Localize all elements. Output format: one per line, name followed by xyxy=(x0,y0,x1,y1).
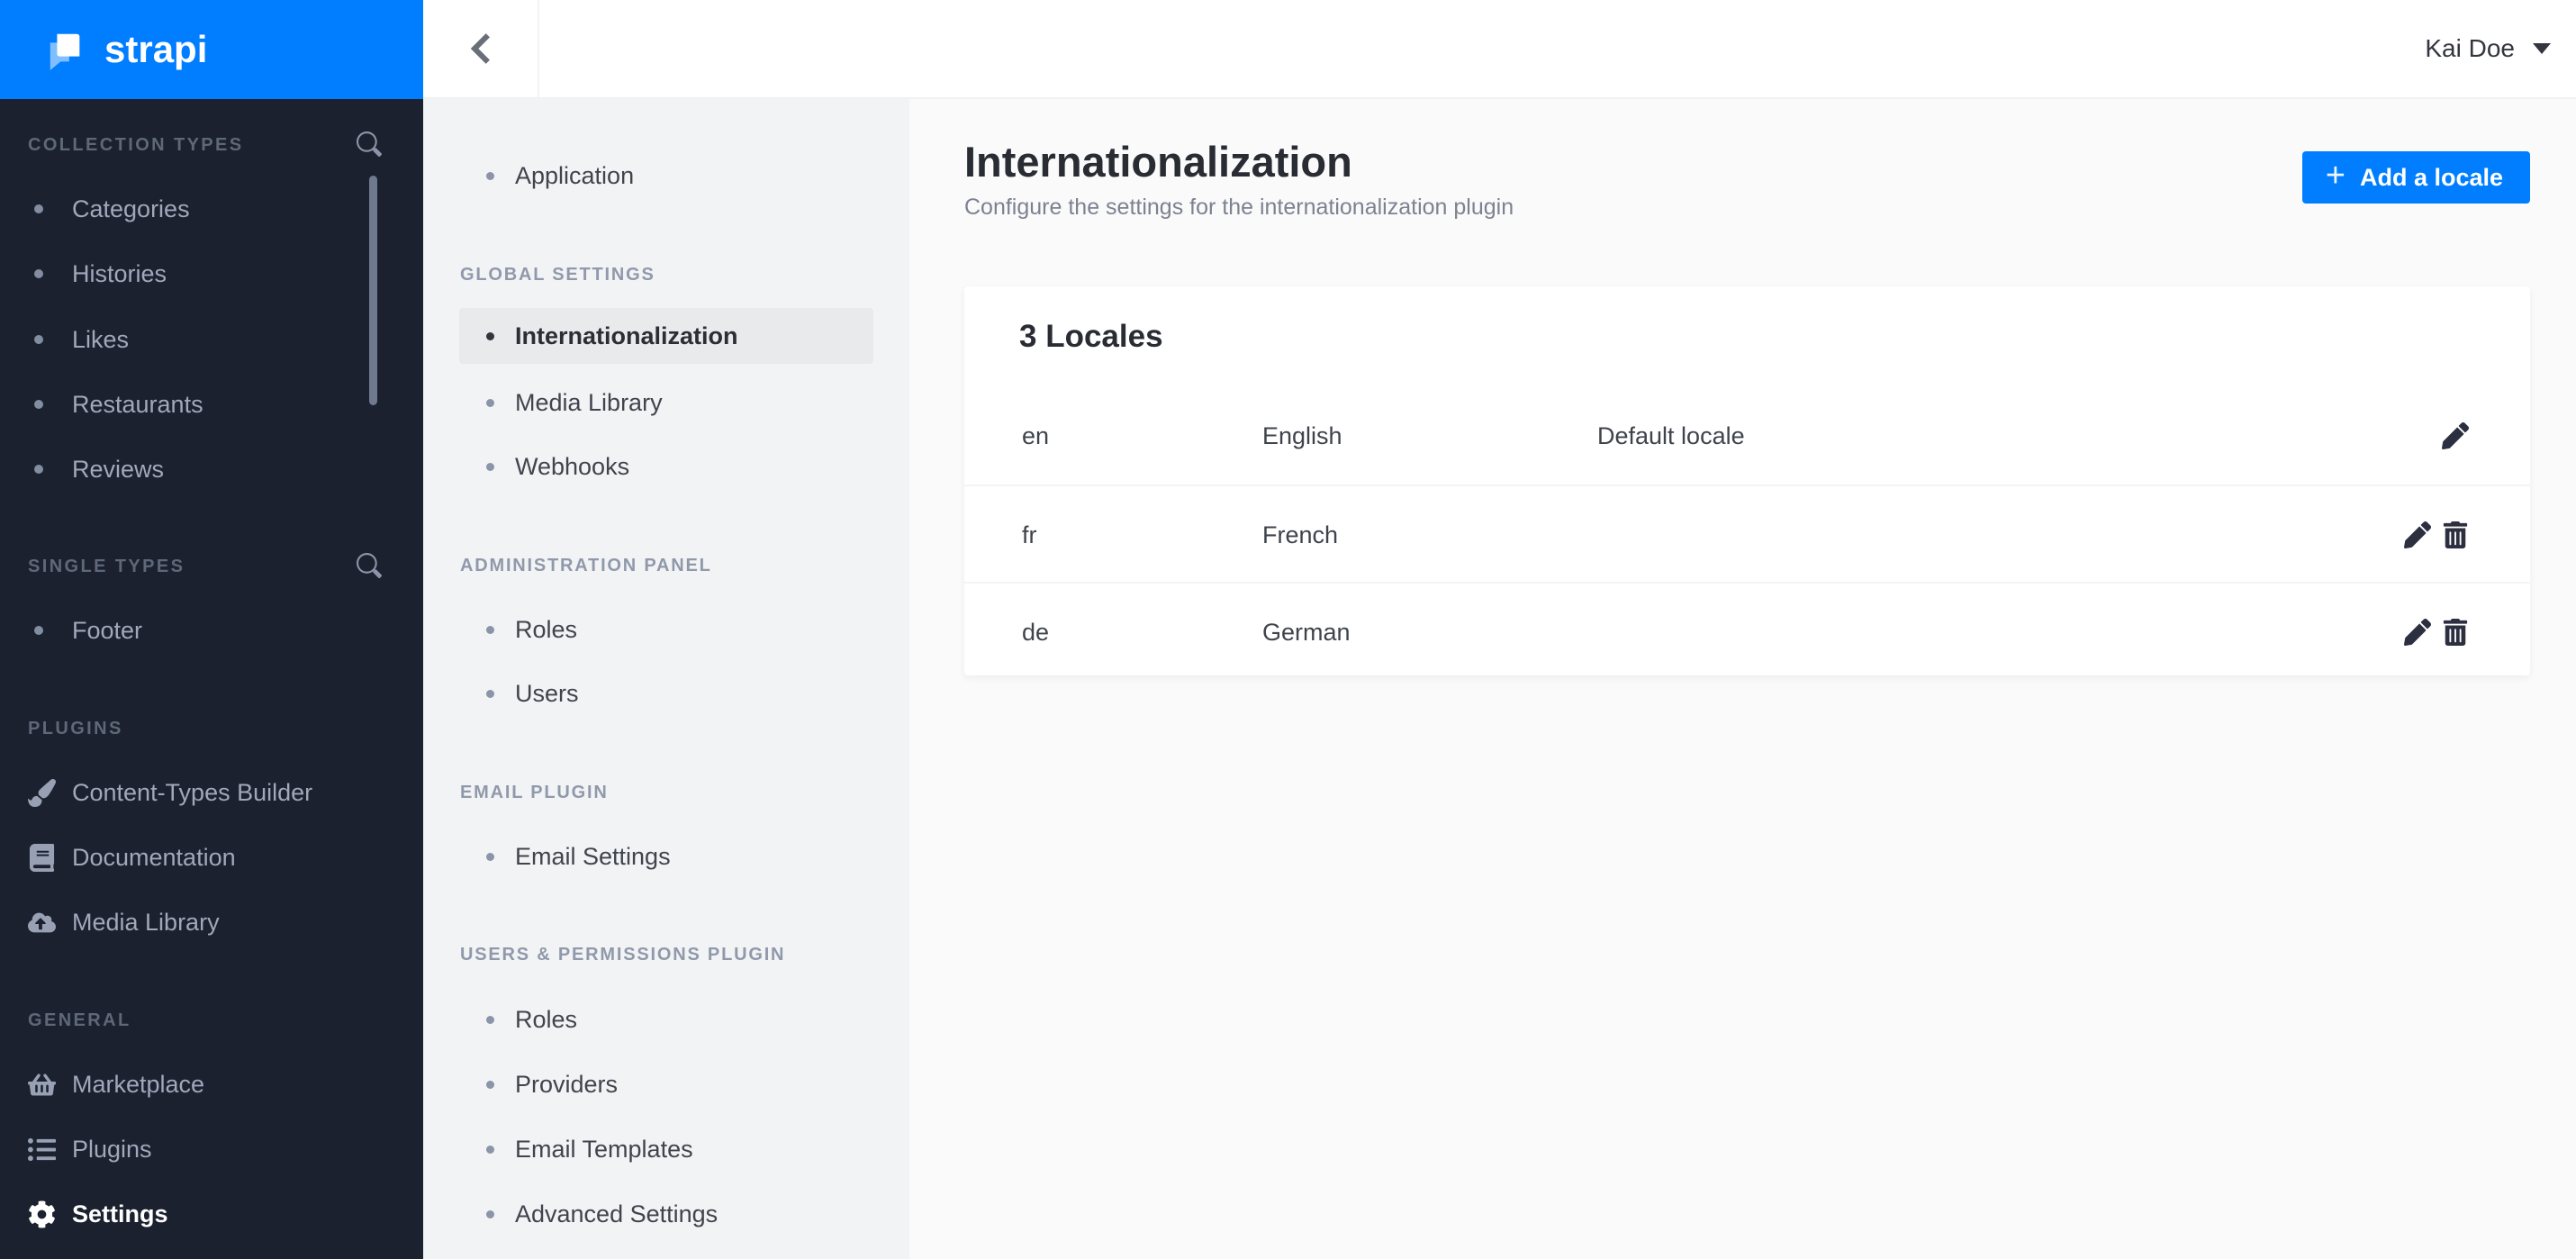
locale-name: French xyxy=(1262,521,1339,548)
main-content: Internationalization Configure the setti… xyxy=(909,99,2576,1259)
main-sidebar: strapi COLLECTION TYPES Categories Histo… xyxy=(0,0,423,1259)
locale-row-fr: fr French xyxy=(964,485,2530,582)
settings-nav: Application GLOBAL SETTINGS Internationa… xyxy=(423,99,909,1259)
delete-locale-button[interactable] xyxy=(2437,517,2473,553)
bullet-icon xyxy=(486,462,494,471)
bullet-icon xyxy=(486,1015,494,1024)
sidebar-item-marketplace[interactable]: Marketplace xyxy=(0,1052,423,1117)
user-menu[interactable]: Kai Doe xyxy=(2425,0,2551,97)
bullet-icon xyxy=(486,1080,494,1089)
settings-nav-item-advanced-settings[interactable]: Advanced Settings xyxy=(423,1184,909,1244)
edit-locale-button[interactable] xyxy=(2400,517,2436,553)
sidebar-section-collection-types: COLLECTION TYPES xyxy=(28,134,244,155)
bullet-icon xyxy=(486,689,494,698)
sidebar-item-settings[interactable]: Settings xyxy=(0,1182,423,1246)
bullet-icon xyxy=(34,626,43,635)
locale-name: German xyxy=(1262,618,1351,646)
bullet-icon xyxy=(486,398,494,407)
sidebar-item-media-library[interactable]: Media Library xyxy=(0,890,423,955)
user-name: Kai Doe xyxy=(2425,34,2515,62)
pencil-icon xyxy=(2404,619,2431,646)
locales-card: 3 Locales en English Default locale fr F… xyxy=(964,286,2530,675)
bullet-icon xyxy=(34,465,43,474)
bullet-icon xyxy=(34,400,43,409)
settings-nav-section-global-settings: GLOBAL SETTINGS xyxy=(460,264,655,285)
settings-nav-item-application[interactable]: Application xyxy=(423,146,909,205)
gear-icon xyxy=(22,1200,61,1228)
settings-nav-item-up-roles[interactable]: Roles xyxy=(423,990,909,1049)
delete-locale-button[interactable] xyxy=(2437,614,2473,650)
settings-nav-section-email-plugin: EMAIL PLUGIN xyxy=(460,782,609,802)
cloud-upload-icon xyxy=(22,909,61,937)
trash-icon xyxy=(2442,521,2469,548)
bullet-icon xyxy=(486,852,494,861)
settings-nav-item-email-templates[interactable]: Email Templates xyxy=(423,1119,909,1179)
sidebar-section-single-types: SINGLE TYPES xyxy=(28,556,185,576)
topbar: Kai Doe xyxy=(423,0,2576,99)
add-locale-label: Add a locale xyxy=(2359,163,2503,191)
sidebar-item-categories[interactable]: Categories xyxy=(0,177,423,241)
sidebar-item-content-types-builder[interactable]: Content-Types Builder xyxy=(0,760,423,825)
bullet-icon xyxy=(34,335,43,344)
settings-nav-item-webhooks[interactable]: Webhooks xyxy=(423,437,909,496)
basket-icon xyxy=(22,1071,61,1099)
sidebar-item-documentation[interactable]: Documentation xyxy=(0,825,423,890)
bullet-icon xyxy=(486,1209,494,1218)
page-title: Internationalization xyxy=(964,138,1352,186)
pencil-icon xyxy=(2404,521,2431,548)
locale-code: en xyxy=(1022,421,1050,449)
list-icon xyxy=(22,1136,61,1164)
edit-locale-button[interactable] xyxy=(2437,418,2473,454)
paintbrush-icon xyxy=(22,778,61,807)
page-subtitle: Configure the settings for the internati… xyxy=(964,195,1514,220)
locale-code: de xyxy=(1022,618,1050,646)
scrollbar-thumb[interactable] xyxy=(369,176,377,405)
settings-nav-item-media-library[interactable]: Media Library xyxy=(423,373,909,432)
sidebar-section-plugins: PLUGINS xyxy=(28,718,123,738)
sidebar-section-general: GENERAL xyxy=(28,1010,131,1030)
edit-locale-button[interactable] xyxy=(2400,614,2436,650)
default-locale-badge: Default locale xyxy=(1597,421,1745,449)
settings-nav-item-internationalization[interactable]: Internationalization xyxy=(459,308,873,364)
pencil-icon xyxy=(2442,422,2469,449)
sidebar-item-plugins[interactable]: Plugins xyxy=(0,1117,423,1182)
strapi-logo-icon xyxy=(45,29,86,70)
trash-icon xyxy=(2442,619,2469,646)
locale-name: English xyxy=(1262,421,1342,449)
bullet-icon xyxy=(34,204,43,213)
settings-nav-item-admin-roles[interactable]: Roles xyxy=(423,600,909,659)
locales-card-title: 3 Locales xyxy=(1019,319,1163,354)
locale-row-en: en English Default locale xyxy=(964,387,2530,485)
sidebar-item-footer[interactable]: Footer xyxy=(0,598,423,663)
chevron-left-icon xyxy=(469,31,493,67)
locale-row-de: de German xyxy=(964,582,2530,679)
back-button[interactable] xyxy=(423,0,539,97)
settings-nav-section-users-permissions-plugin: USERS & PERMISSIONS PLUGIN xyxy=(460,944,786,965)
bullet-icon xyxy=(486,331,494,340)
sidebar-item-likes[interactable]: Likes xyxy=(0,307,423,372)
caret-down-icon xyxy=(2533,43,2551,54)
bullet-icon xyxy=(34,269,43,278)
bullet-icon xyxy=(486,1145,494,1154)
search-icon[interactable] xyxy=(357,131,382,157)
settings-nav-item-providers[interactable]: Providers xyxy=(423,1055,909,1114)
book-icon xyxy=(22,843,61,872)
settings-nav-section-administration-panel: ADMINISTRATION PANEL xyxy=(460,555,712,575)
strapi-logo[interactable]: strapi xyxy=(0,0,423,99)
settings-nav-item-email-settings[interactable]: Email Settings xyxy=(423,827,909,886)
add-locale-button[interactable]: + Add a locale xyxy=(2301,151,2530,204)
plus-icon: + xyxy=(2325,156,2346,195)
sidebar-item-restaurants[interactable]: Restaurants xyxy=(0,372,423,437)
locale-code: fr xyxy=(1022,521,1037,548)
settings-nav-item-admin-users[interactable]: Users xyxy=(423,664,909,723)
bullet-icon xyxy=(486,625,494,634)
bullet-icon xyxy=(486,171,494,180)
sidebar-item-reviews[interactable]: Reviews xyxy=(0,437,423,502)
sidebar-item-histories[interactable]: Histories xyxy=(0,241,423,306)
search-icon[interactable] xyxy=(357,553,382,578)
brand-name: strapi xyxy=(104,28,208,70)
